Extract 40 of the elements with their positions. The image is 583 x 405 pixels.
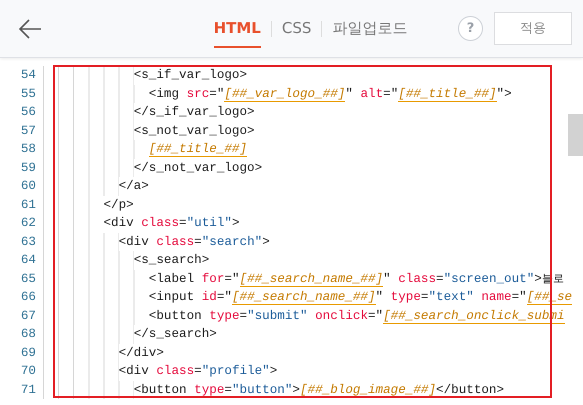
line-number: 59 xyxy=(20,160,36,176)
line-number: 65 xyxy=(20,270,36,288)
line-number: 56 xyxy=(20,104,36,121)
scrollbar-thumb[interactable] xyxy=(568,114,583,156)
code-line: <div class="profile"> xyxy=(118,363,278,380)
line-number: 70 xyxy=(20,363,36,380)
line-number: 71 xyxy=(20,382,36,398)
line-number: 64 xyxy=(20,252,36,269)
line-number: 54 xyxy=(20,67,36,84)
editor-tab[interactable]: CSS xyxy=(282,17,312,48)
apply-button[interactable]: 적용 xyxy=(494,12,572,45)
code-line: </s_not_var_logo> xyxy=(134,160,262,176)
editor-tab[interactable]: HTML xyxy=(214,17,261,48)
code-line: <img src="[##_var_logo_##]" alt="[##_title_##]"> xyxy=(148,86,512,103)
line-number: 60 xyxy=(20,178,36,195)
line-number: 68 xyxy=(20,326,36,343)
code-line: <button type="button">[##_blog_image_##]</button> xyxy=(134,382,504,399)
line-number: 63 xyxy=(20,234,36,250)
code-line: </s_if_var_logo> xyxy=(134,104,255,121)
help-button[interactable]: ? xyxy=(458,16,483,41)
code-line: <div class="search"> xyxy=(118,234,270,250)
back-arrow-icon[interactable] xyxy=(17,16,43,40)
line-number: 69 xyxy=(20,344,36,362)
line-number: 67 xyxy=(20,308,36,324)
code-line: <div class="util"> xyxy=(103,215,240,232)
line-number: 66 xyxy=(20,289,36,306)
code-line: </div> xyxy=(118,344,164,362)
line-number: 58 xyxy=(20,141,36,158)
line-number: 62 xyxy=(20,215,36,232)
line-number: 61 xyxy=(20,196,36,214)
code-line: <s_search> xyxy=(134,252,210,269)
code-line: <s_not_var_logo> xyxy=(134,122,255,140)
line-number: 57 xyxy=(20,122,36,140)
code-line: [##_title_##] xyxy=(148,141,248,158)
code-line: </s_search> xyxy=(134,326,217,343)
editor-tab[interactable]: 파일업로드 xyxy=(332,17,408,48)
code-line: </a> xyxy=(118,178,149,195)
code-line: </p> xyxy=(103,196,134,214)
code-line: <s_if_var_logo> xyxy=(134,67,248,84)
line-number: 55 xyxy=(20,86,36,102)
